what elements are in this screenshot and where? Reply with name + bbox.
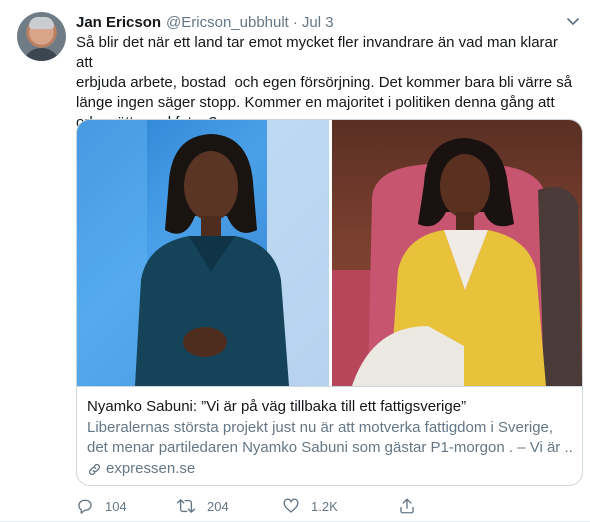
author-handle[interactable]: @Ericson_ubbhult	[166, 14, 289, 31]
tweet-text: Så blir det när ett land tar emot mycket…	[76, 34, 573, 131]
author-name[interactable]: Jan Ericson	[76, 14, 161, 31]
card-domain: expressen.se	[87, 459, 572, 479]
avatar-hair	[29, 17, 54, 29]
reply-icon	[78, 499, 92, 514]
chevron-down-icon[interactable]	[564, 12, 582, 30]
like-count: 1.2K	[311, 498, 338, 514]
retweet-button[interactable]: 204	[176, 497, 229, 515]
tweet-header: Jan Ericson @Ericson_ubbhult · Jul 3	[76, 12, 334, 32]
card-description: Liberalernas största projekt just nu är …	[87, 418, 572, 458]
card-domain-text: expressen.se	[106, 460, 196, 477]
separator-dot: ·	[292, 13, 298, 31]
reply-count: 104	[105, 498, 127, 514]
retweet-icon	[176, 499, 196, 513]
retweet-count: 204	[207, 498, 229, 514]
like-icon	[283, 498, 299, 513]
share-icon	[400, 498, 414, 514]
card-image-left	[77, 120, 329, 386]
link-icon	[89, 463, 100, 475]
avatar-shirt	[23, 48, 60, 61]
card-description-line: det menar partiledaren Nyamko Sabuni som…	[87, 439, 572, 456]
like-button[interactable]: 1.2K	[282, 497, 338, 515]
card-body: Nyamko Sabuni: ”Vi är på väg tillbaka ti…	[77, 386, 582, 485]
reply-button[interactable]: 104	[76, 497, 127, 515]
card-title[interactable]: Nyamko Sabuni: ”Vi är på väg tillbaka ti…	[87, 397, 572, 417]
card-description-line: Liberalernas största projekt just nu är …	[87, 419, 554, 436]
card-image-right	[332, 120, 582, 386]
tweet-actions: 104 204 1.2K	[76, 497, 506, 517]
share-button[interactable]	[398, 497, 427, 515]
tweet[interactable]: Jan Ericson @Ericson_ubbhult · Jul 3 Så …	[0, 0, 590, 522]
link-card[interactable]: Nyamko Sabuni: ”Vi är på väg tillbaka ti…	[76, 119, 583, 486]
avatar[interactable]	[17, 12, 66, 61]
tweet-date[interactable]: Jul 3	[302, 14, 334, 31]
